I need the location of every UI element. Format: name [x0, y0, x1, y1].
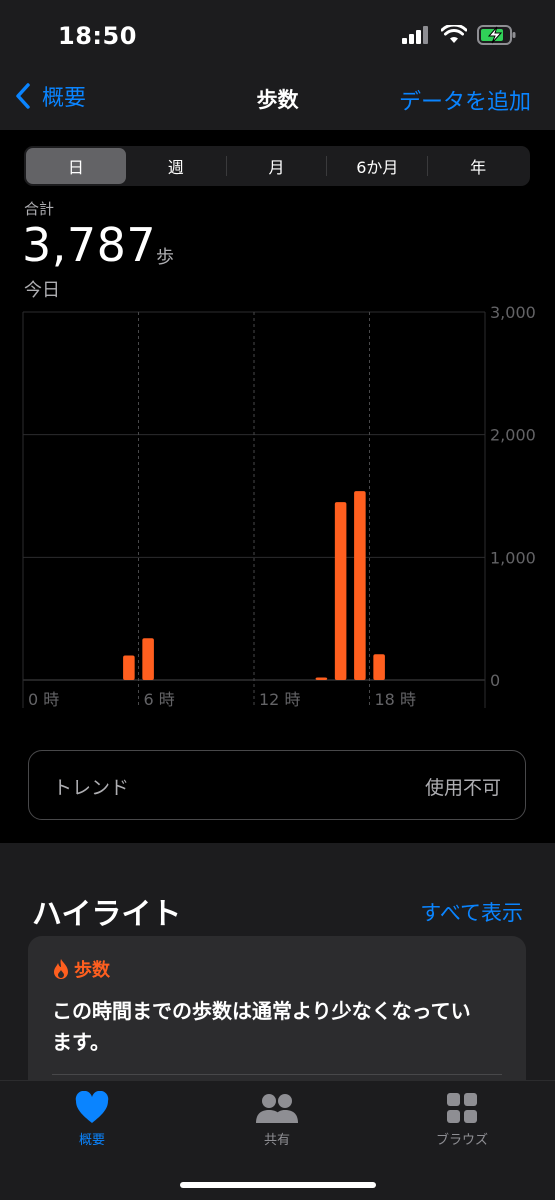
- highlight-text: この時間までの歩数は通常より少なくなっています。: [52, 999, 471, 1054]
- heart-icon: [75, 1091, 109, 1123]
- add-data-button[interactable]: データを追加: [399, 84, 531, 116]
- status-bar: 18:50: [0, 0, 555, 72]
- tab-summary-label: 概要: [78, 1133, 105, 1148]
- status-time: 18:50: [58, 22, 137, 50]
- people-icon: [256, 1094, 298, 1123]
- trend-label: トレンド: [53, 777, 130, 799]
- tab-sharing-label: 共有: [263, 1133, 290, 1148]
- highlight-divider: [52, 1074, 502, 1075]
- segment-week[interactable]: 週: [126, 148, 226, 184]
- tab-browse[interactable]: ブラウズ: [402, 1091, 522, 1148]
- steps-bar: [123, 655, 135, 680]
- x-tick-label: 18 時: [375, 690, 416, 709]
- battery-charging-icon: [477, 25, 516, 45]
- steps-bar: [334, 502, 347, 680]
- grid-icon: [447, 1093, 477, 1123]
- period-segmented-control: 日 週 月 6か月 年: [24, 146, 530, 186]
- steps-bar: [142, 638, 154, 680]
- wifi-icon: [441, 25, 467, 43]
- y-tick-label: 2,000: [490, 426, 536, 445]
- segment-month[interactable]: 月: [227, 148, 327, 184]
- total-label: 合計: [24, 200, 55, 218]
- highlight-category: 歩数: [52, 956, 110, 982]
- total-steps-unit: 歩: [156, 247, 174, 268]
- segment-year[interactable]: 年: [428, 148, 528, 184]
- flame-icon: [54, 959, 68, 979]
- steps-bar: [354, 491, 366, 680]
- highlights-section: ハイライト すべて表示 歩数 この時間までの歩数は通常より少なくなっています。: [0, 843, 555, 1116]
- trend-value: 使用不可: [424, 777, 501, 799]
- date-label: 今日: [24, 280, 60, 301]
- home-indicator: [180, 1182, 376, 1188]
- steps-bar: [373, 654, 385, 680]
- tab-sharing[interactable]: 共有: [217, 1091, 337, 1148]
- navigation-bar: 概要 歩数 データを追加: [0, 72, 555, 130]
- status-icons: [401, 24, 517, 46]
- y-tick-label: 3,000: [490, 303, 536, 322]
- x-tick-label: 6 時: [144, 690, 175, 709]
- segment-day[interactable]: 日: [26, 148, 126, 184]
- x-tick-label: 0 時: [28, 690, 59, 709]
- tab-summary[interactable]: 概要: [32, 1091, 152, 1148]
- total-steps-value: 3,787: [22, 218, 157, 272]
- trend-card[interactable]: トレンド 使用不可: [28, 750, 526, 820]
- highlights-title: ハイライト: [32, 897, 182, 932]
- signal-icon: [402, 26, 428, 44]
- x-tick-label: 12 時: [259, 690, 300, 709]
- steps-bar: [315, 677, 328, 680]
- y-tick-label: 1,000: [490, 548, 536, 567]
- tab-browse-label: ブラウズ: [435, 1133, 488, 1148]
- steps-chart[interactable]: 3,000 2,000 1,000 0 0 時 6 時 12 時 18 時: [0, 300, 555, 720]
- highlight-category-label: 歩数: [74, 960, 110, 981]
- segment-6-months[interactable]: 6か月: [327, 148, 427, 184]
- y-tick-label: 0: [490, 671, 500, 690]
- show-all-link[interactable]: すべて表示: [420, 897, 523, 927]
